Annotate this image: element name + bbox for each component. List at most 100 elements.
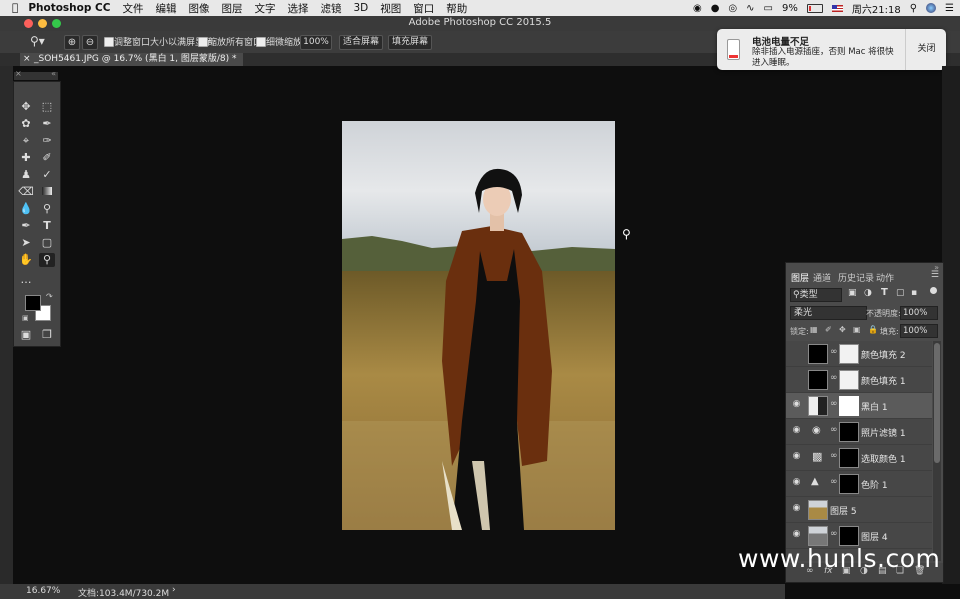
zoom-100-button[interactable]: 100% bbox=[300, 35, 332, 50]
edit-toolbar-icon[interactable]: … bbox=[18, 273, 34, 287]
lock-transparent-icon[interactable]: ▦ bbox=[810, 325, 818, 334]
link-icon[interactable]: ∞ bbox=[830, 451, 838, 461]
crop-tool-icon[interactable]: ⌖ bbox=[18, 134, 34, 148]
layer-mask-thumbnail[interactable] bbox=[839, 396, 859, 416]
record-icon[interactable]: ◉ bbox=[693, 3, 702, 14]
fill-screen-button[interactable]: 填充屏幕 bbox=[388, 35, 432, 50]
gradient-tool-icon[interactable] bbox=[39, 185, 55, 199]
toolbox-header[interactable]: × « bbox=[14, 69, 58, 80]
battery-notification[interactable]: 电池电量不足 除非插入电源插座，否则 Mac 将很快进入睡眠。 关闭 bbox=[717, 29, 946, 70]
lasso-tool-icon[interactable]: ✿ bbox=[18, 117, 34, 131]
apple-icon[interactable]:  bbox=[12, 2, 18, 14]
lock-position-icon[interactable]: ✥ bbox=[839, 325, 846, 334]
scrubby-zoom-checkbox[interactable] bbox=[256, 37, 266, 47]
path-selection-tool-icon[interactable]: ➤ bbox=[18, 236, 34, 250]
battery-icon[interactable] bbox=[806, 3, 823, 13]
marquee-tool-icon[interactable]: ⬚ bbox=[39, 100, 55, 114]
filter-toggle[interactable] bbox=[930, 287, 937, 294]
zoom-in-icon[interactable]: ⊕ bbox=[64, 35, 80, 50]
link-icon[interactable]: ∞ bbox=[830, 347, 838, 357]
wechat-icon[interactable]: ◎ bbox=[728, 3, 737, 14]
menu-type[interactable]: 文字 bbox=[254, 1, 275, 16]
healing-brush-tool-icon[interactable]: ✚ bbox=[18, 151, 34, 165]
lock-artboard-icon[interactable]: ▣ bbox=[853, 325, 861, 334]
layer-filter-select[interactable]: ⚲类型 bbox=[790, 288, 842, 302]
filter-pixel-icon[interactable]: ▣ bbox=[848, 288, 857, 298]
menu-edit[interactable]: 编辑 bbox=[155, 1, 176, 16]
layer-row[interactable]: ◉ 图层 5 bbox=[786, 497, 932, 523]
zoom-all-windows-checkbox[interactable] bbox=[198, 37, 208, 47]
swap-colors-icon[interactable]: ↷ bbox=[46, 292, 53, 301]
tab-actions[interactable]: 动作 bbox=[876, 271, 894, 284]
fit-screen-button[interactable]: 适合屏幕 bbox=[339, 35, 383, 50]
layer-mask-thumbnail[interactable] bbox=[839, 344, 859, 364]
pen-tool-icon[interactable]: ✒ bbox=[18, 219, 34, 233]
zoom-tool-icon[interactable]: ⚲ bbox=[39, 253, 55, 267]
link-icon[interactable]: ∞ bbox=[830, 425, 838, 435]
layer-row[interactable]: ◉ ▲ ∞ 色阶 1 bbox=[786, 471, 932, 497]
resize-windows-checkbox[interactable] bbox=[104, 37, 114, 47]
menu-file[interactable]: 文件 bbox=[122, 1, 143, 16]
foreground-color-swatch[interactable] bbox=[25, 295, 41, 311]
menu-help[interactable]: 帮助 bbox=[446, 1, 467, 16]
siri-icon[interactable] bbox=[926, 3, 937, 13]
link-icon[interactable]: ∞ bbox=[830, 529, 838, 539]
dodge-tool-icon[interactable]: ⚲ bbox=[39, 202, 55, 216]
tab-channels[interactable]: 通道 bbox=[813, 271, 831, 284]
link-icon[interactable]: ∞ bbox=[830, 399, 838, 409]
menu-select[interactable]: 选择 bbox=[287, 1, 308, 16]
rectangle-tool-icon[interactable]: ▢ bbox=[39, 236, 55, 250]
type-tool-icon[interactable]: T bbox=[39, 219, 55, 233]
lock-image-icon[interactable]: ✐ bbox=[825, 325, 832, 334]
zoom-tool-preset-icon[interactable]: ⚲▾ bbox=[30, 34, 45, 48]
eye-icon[interactable]: ◉ bbox=[791, 503, 802, 514]
layer-row[interactable]: ◉ ▩ ∞ 选取颜色 1 bbox=[786, 445, 932, 471]
eye-icon[interactable]: ◉ bbox=[791, 399, 802, 410]
layer-row[interactable]: ∞ 颜色填充 2 bbox=[786, 341, 932, 367]
eraser-tool-icon[interactable]: ⌫ bbox=[18, 185, 34, 199]
close-tab-icon[interactable]: × bbox=[23, 53, 31, 66]
battery-percent[interactable]: 9% bbox=[782, 3, 798, 14]
zoom-out-icon[interactable]: ⊖ bbox=[82, 35, 98, 50]
menu-view[interactable]: 视图 bbox=[380, 1, 401, 16]
layer-list-scrollbar[interactable] bbox=[933, 341, 941, 561]
blend-mode-select[interactable]: 柔光 bbox=[790, 306, 867, 320]
link-icon[interactable]: ∞ bbox=[830, 477, 838, 487]
eye-icon[interactable]: ◉ bbox=[791, 477, 802, 488]
toolbox-collapse-icon[interactable]: « bbox=[51, 69, 56, 78]
flag-icon[interactable] bbox=[831, 4, 843, 12]
zoom-level[interactable]: 16.67% bbox=[26, 586, 60, 596]
visibility-toggle-off[interactable] bbox=[791, 347, 802, 358]
notification-close-button[interactable]: 关闭 bbox=[905, 29, 947, 70]
panel-menu-icon[interactable]: ☰ bbox=[931, 270, 939, 280]
brush-tool-icon[interactable]: ✐ bbox=[39, 151, 55, 165]
opacity-input[interactable]: 100% bbox=[900, 306, 938, 320]
default-colors-icon[interactable]: ▣ bbox=[22, 314, 29, 322]
wifi-icon[interactable]: ∿ bbox=[746, 3, 754, 14]
layer-row-selected[interactable]: ◉ ∞ 黑白 1 bbox=[786, 393, 932, 419]
eye-icon[interactable]: ◉ bbox=[791, 425, 802, 436]
document-tab[interactable]: × _SOH5461.JPG @ 16.7% (黑白 1, 图层蒙版/8) * bbox=[20, 53, 243, 66]
filter-shape-icon[interactable]: ▢ bbox=[896, 288, 905, 298]
clock[interactable]: 周六21:18 bbox=[852, 1, 901, 16]
hand-tool-icon[interactable]: ✋ bbox=[18, 253, 34, 267]
layer-mask-thumbnail[interactable] bbox=[839, 422, 859, 442]
layer-mask-thumbnail[interactable] bbox=[839, 448, 859, 468]
menu-layer[interactable]: 图层 bbox=[221, 1, 242, 16]
tab-layers[interactable]: 图层 bbox=[791, 271, 809, 284]
eye-icon[interactable]: ◉ bbox=[791, 529, 802, 540]
menu-window[interactable]: 窗口 bbox=[413, 1, 434, 16]
screen-mode-icon[interactable]: ❐ bbox=[39, 328, 55, 342]
filter-adjustment-icon[interactable]: ◑ bbox=[864, 288, 872, 298]
notification-center-icon[interactable]: ☰ bbox=[945, 3, 954, 14]
menu-app-name[interactable]: Photoshop CC bbox=[28, 2, 110, 14]
airplay-icon[interactable]: ▭ bbox=[764, 3, 773, 14]
qq-icon[interactable]: ● bbox=[711, 3, 720, 14]
filter-smart-object-icon[interactable]: ▪ bbox=[911, 288, 917, 298]
layer-row[interactable]: ◉ ◉ ∞ 照片滤镜 1 bbox=[786, 419, 932, 445]
link-icon[interactable]: ∞ bbox=[830, 373, 838, 383]
history-brush-tool-icon[interactable]: ✓ bbox=[39, 168, 55, 182]
menu-image[interactable]: 图像 bbox=[188, 1, 209, 16]
quick-selection-tool-icon[interactable]: ✒ bbox=[39, 117, 55, 131]
spotlight-icon[interactable]: ⚲ bbox=[910, 3, 917, 14]
